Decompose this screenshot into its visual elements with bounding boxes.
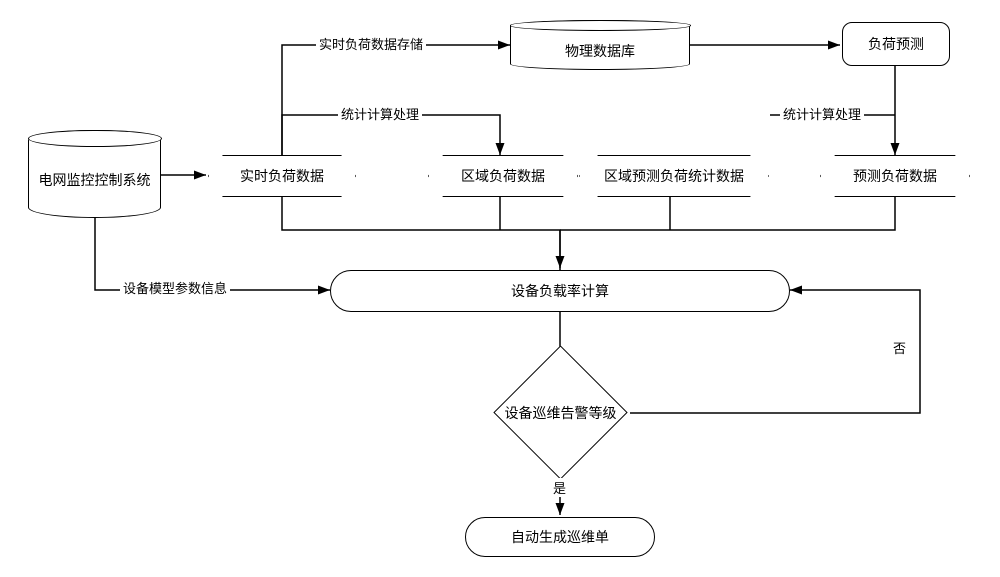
node-realtime: 实时负荷数据 [208,155,356,197]
node-preddata: 预测负荷数据 [820,155,970,197]
node-scada-label: 电网监控控制系统 [39,170,151,190]
node-alarmlvl: 设备巡维告警等级 [493,345,627,479]
edge-model-label: 设备模型参数信息 [120,278,230,297]
node-region-label: 区域负荷数据 [461,166,545,186]
node-forecast-label: 负荷预测 [868,34,924,54]
node-preddata-label: 预测负荷数据 [853,166,937,186]
edge-yes-label: 是 [550,478,569,497]
node-genticket: 自动生成巡维单 [465,517,655,557]
node-regionpred-label: 区域预测负荷统计数据 [604,166,744,186]
node-loadcalc: 设备负载率计算 [330,270,790,312]
node-physdb: 物理数据库 [510,20,690,70]
node-regionpred: 区域预测负荷统计数据 [579,155,769,197]
flowchart: 电网监控控制系统 实时负荷数据 物理数据库 负荷预测 区域负荷数据 区域预测负荷… [0,0,1000,577]
node-realtime-label: 实时负荷数据 [240,166,324,186]
node-scada: 电网监控控制系统 [28,130,161,218]
edge-stat1-label: 统计计算处理 [338,104,422,123]
node-forecast: 负荷预测 [842,22,950,66]
node-genticket-label: 自动生成巡维单 [511,527,609,547]
edge-no-label: 否 [890,338,909,357]
node-alarmlvl-label: 设备巡维告警等级 [505,403,617,423]
node-region: 区域负荷数据 [428,155,578,197]
node-physdb-label: 物理数据库 [565,41,635,61]
edge-store-label: 实时负荷数据存储 [316,34,426,53]
node-loadcalc-label: 设备负载率计算 [511,281,609,301]
edge-stat2-label: 统计计算处理 [780,104,864,123]
